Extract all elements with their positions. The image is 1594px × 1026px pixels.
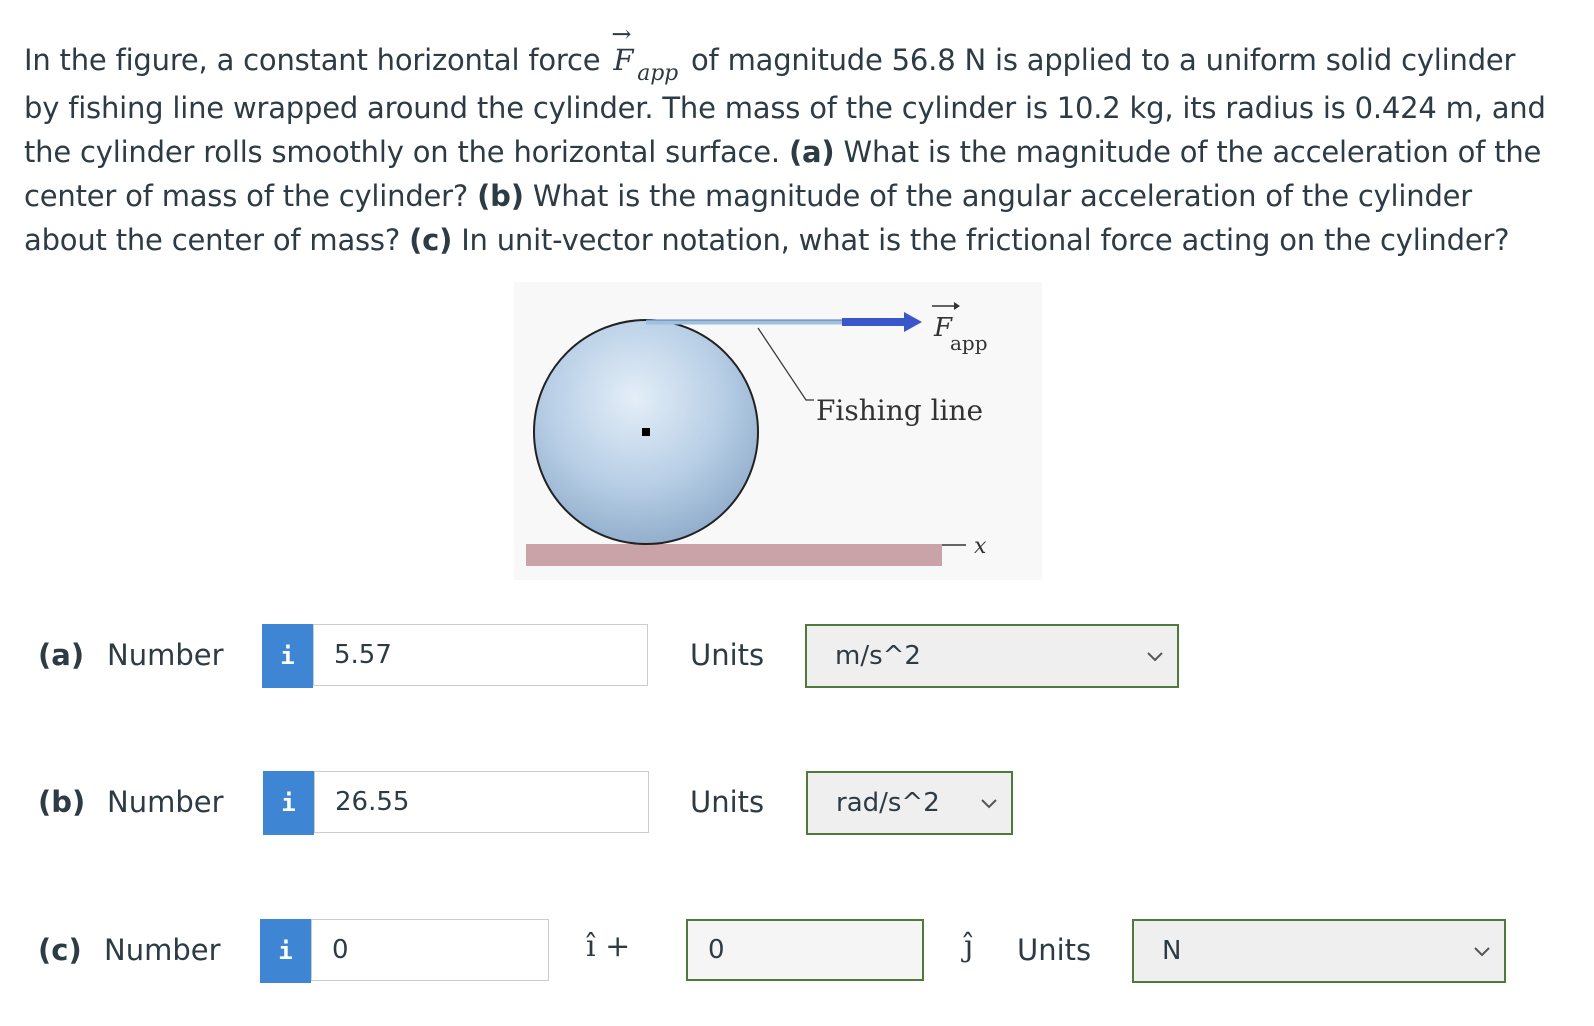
ground-surface [526, 544, 942, 566]
fishing-line-pointer [757, 327, 814, 401]
force-subscript: app [637, 61, 678, 86]
part-a-label: (a) [788, 135, 835, 169]
info-button[interactable]: i [262, 624, 313, 688]
part-c-row-label: (c) [38, 933, 82, 967]
number-label: Number [107, 785, 224, 819]
part-b-row-label: (b) [38, 785, 86, 819]
fishing-line-label: Fishing line [816, 394, 983, 427]
units-label: Units [690, 638, 765, 672]
force-label-vector-arrow-head [954, 302, 960, 310]
center-of-mass-dot [642, 428, 650, 436]
j-hat-unit-vector: ĵ [964, 929, 974, 964]
x-axis-label: x [974, 534, 987, 559]
force-label-subscript: app [950, 331, 988, 355]
selected-unit: N [1162, 936, 1182, 966]
info-button[interactable]: i [260, 919, 311, 983]
answer-c-i-component-input[interactable]: 0 [311, 919, 549, 981]
number-label: Number [104, 933, 221, 967]
force-arrow-shaft [842, 318, 906, 326]
selected-unit: m/s^2 [835, 641, 921, 671]
answer-c-units-select[interactable]: N [1132, 919, 1506, 983]
answer-a-units-select[interactable]: m/s^2 [805, 624, 1179, 688]
answer-b-units-select[interactable]: rad/s^2 [806, 771, 1013, 835]
chevron-down-icon [981, 799, 997, 809]
answer-c-j-component-input[interactable]: 0 [686, 919, 924, 981]
question-text: In the figure, a constant horizontal for… [24, 20, 1554, 262]
units-label: Units [690, 785, 765, 819]
chevron-down-icon [1147, 652, 1163, 662]
answer-row-c: (c) Number i 0 î + 0 ĵ Units N [0, 919, 1594, 983]
answer-b-number-input[interactable]: 26.55 [314, 771, 649, 833]
part-c-label: (c) [409, 223, 453, 257]
chevron-down-icon [1474, 947, 1490, 957]
cylinder-figure: x F app Fishing line [514, 282, 1042, 580]
force-arrow-head-icon [904, 312, 922, 332]
part-b-label: (b) [477, 179, 524, 213]
vector-arrow-icon: → [611, 20, 632, 48]
answer-a-number-input[interactable]: 5.57 [313, 624, 648, 686]
i-hat-unit-vector: î + [586, 929, 631, 964]
answer-row-b: (b) Number i 26.55 Units rad/s^2 [0, 771, 1594, 835]
number-label: Number [107, 638, 224, 672]
part-c-text: In unit-vector notation, what is the fri… [461, 223, 1510, 257]
force-vector-symbol: → Fapp [609, 20, 682, 86]
part-a-row-label: (a) [38, 638, 85, 672]
question-intro: In the figure, a constant horizontal for… [24, 43, 601, 77]
info-button[interactable]: i [263, 771, 314, 835]
answer-row-a: (a) Number i 5.57 Units m/s^2 [0, 624, 1594, 688]
units-label: Units [1017, 933, 1092, 967]
selected-unit: rad/s^2 [836, 788, 940, 818]
